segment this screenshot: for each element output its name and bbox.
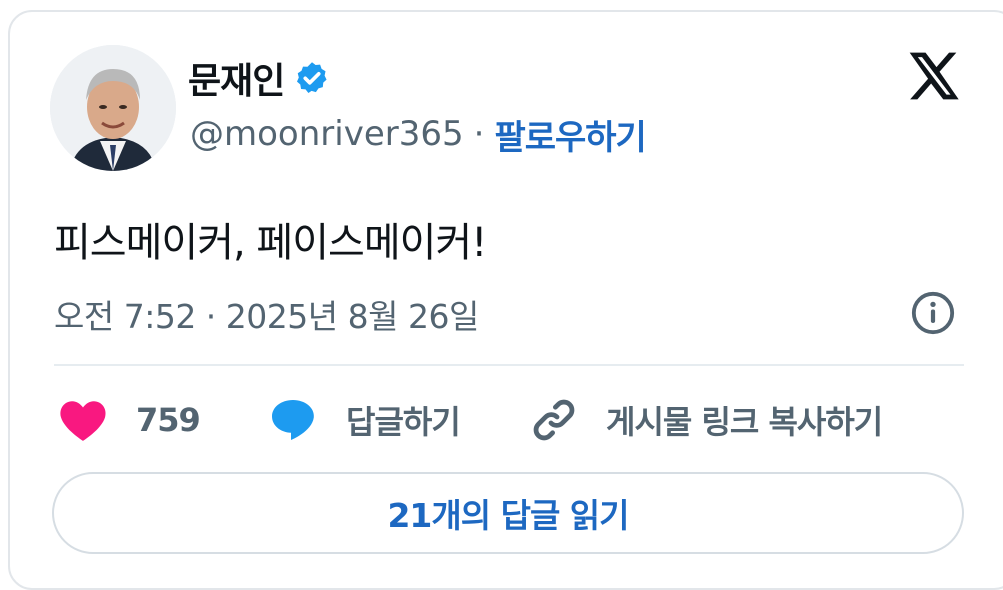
- author-name[interactable]: 문재인: [188, 52, 285, 104]
- separator-dot: ·: [473, 114, 485, 154]
- tweet-text: 피스메이커, 페이스메이커!: [54, 220, 487, 266]
- avatar[interactable]: [50, 45, 176, 171]
- reply-label: 답글하기: [346, 403, 461, 441]
- author-handle-row: @moonriver365 · 팔로우하기: [190, 110, 647, 159]
- follow-button[interactable]: 팔로우하기: [494, 110, 646, 159]
- link-icon: [533, 399, 575, 441]
- tweet-timestamp[interactable]: 오전 7:52 · 2025년 8월 26일: [54, 290, 479, 338]
- divider: [54, 364, 964, 366]
- action-bar: 759 답글하기 게시물 링크 복사하기: [0, 390, 1003, 450]
- reply-button[interactable]: 답글하기: [268, 390, 461, 450]
- x-logo-icon[interactable]: [905, 48, 961, 104]
- heart-icon: [60, 401, 106, 441]
- read-replies-button[interactable]: 21개의 답글 읽기: [52, 472, 964, 554]
- like-button[interactable]: 759: [58, 390, 201, 450]
- info-icon[interactable]: [910, 290, 956, 336]
- speech-bubble-icon: [272, 400, 314, 440]
- verified-badge-icon: [297, 62, 327, 93]
- like-count: 759: [136, 401, 201, 439]
- avatar-image: [50, 45, 176, 171]
- copy-link-label: 게시물 링크 복사하기: [606, 403, 883, 441]
- copy-link-button[interactable]: 게시물 링크 복사하기: [530, 390, 883, 450]
- author-handle[interactable]: @moonriver365: [190, 114, 464, 154]
- author-name-row: 문재인: [188, 54, 330, 102]
